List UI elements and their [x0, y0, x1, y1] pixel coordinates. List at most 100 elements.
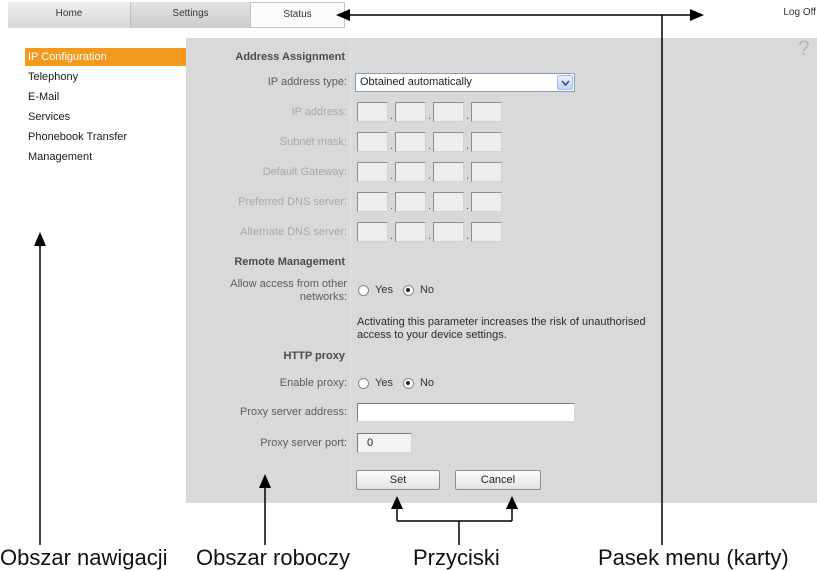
ip-address-octet-4[interactable]: [471, 102, 502, 122]
enable-proxy-yes-radio[interactable]: [358, 377, 369, 389]
annotation-label-menu-bar: Pasek menu (karty): [598, 545, 789, 570]
dropdown-button[interactable]: [557, 75, 573, 90]
default-gateway-octet-1[interactable]: [357, 162, 388, 182]
subnet-mask-label: Subnet mask:: [279, 136, 347, 148]
work-area: Address Assignment IP address type: Obta…: [186, 38, 817, 503]
octet-separator: .: [465, 170, 470, 182]
ip-address-label: IP address:: [291, 106, 347, 118]
page: Home Settings Status Log Off IP Configur…: [0, 0, 817, 571]
nav-item-management[interactable]: Management: [25, 148, 186, 166]
octet-separator: .: [427, 170, 432, 182]
ip-address-field: . . .: [357, 102, 502, 122]
octet-separator: .: [389, 170, 394, 182]
allow-access-yes-label: Yes: [375, 284, 393, 296]
nav-item-ip-configuration[interactable]: IP Configuration: [25, 48, 186, 66]
ip-address-type-value: Obtained automatically: [360, 76, 472, 88]
alternate-dns-octet-2[interactable]: [395, 222, 426, 242]
allow-access-label-line-1: Allow access from other: [230, 278, 347, 290]
allow-access-no-label: No: [419, 284, 435, 296]
default-gateway-field: . . .: [357, 162, 502, 182]
allow-access-yes-option[interactable]: Yes: [358, 283, 393, 297]
remote-access-warning: Activating this parameter increases the …: [357, 316, 646, 342]
octet-separator: .: [465, 110, 470, 122]
allow-access-label: Allow access from other networks:: [186, 278, 347, 304]
enable-proxy-no-option[interactable]: No: [402, 376, 435, 390]
nav-item-phonebook-transfer[interactable]: Phonebook Transfer: [25, 128, 186, 146]
proxy-server-address-input[interactable]: [357, 403, 575, 422]
menu-bar: Home Settings Status Log Off: [0, 0, 817, 30]
enable-proxy-yes-label: Yes: [375, 377, 393, 389]
enable-proxy-radio-group: Yes No: [358, 376, 444, 390]
octet-separator: .: [427, 200, 432, 212]
annotation-bracket-buttons: [391, 496, 518, 545]
tab-home[interactable]: Home: [8, 2, 130, 28]
proxy-server-address-label: Proxy server address:: [240, 406, 347, 418]
proxy-server-port-input[interactable]: [357, 433, 412, 453]
octet-separator: .: [427, 110, 432, 122]
tab-status[interactable]: Status: [250, 2, 345, 28]
subnet-mask-octet-4[interactable]: [471, 132, 502, 152]
set-button[interactable]: Set: [356, 470, 440, 490]
default-gateway-octet-3[interactable]: [433, 162, 464, 182]
section-heading-remote-management: Remote Management: [234, 256, 345, 268]
tab-settings-label: Settings: [172, 8, 209, 19]
preferred-dns-octet-4[interactable]: [471, 192, 502, 212]
section-heading-address-assignment: Address Assignment: [235, 51, 345, 63]
preferred-dns-octet-2[interactable]: [395, 192, 426, 212]
octet-separator: .: [465, 140, 470, 152]
enable-proxy-no-label: No: [419, 377, 435, 389]
octet-separator: .: [427, 140, 432, 152]
tab-status-label: Status: [283, 9, 312, 20]
cancel-button[interactable]: Cancel: [455, 470, 541, 490]
subnet-mask-field: . . .: [357, 132, 502, 152]
octet-separator: .: [389, 140, 394, 152]
chevron-down-icon: [560, 79, 570, 86]
section-heading-http-proxy: HTTP proxy: [283, 350, 345, 362]
alternate-dns-octet-1[interactable]: [357, 222, 388, 242]
preferred-dns-octet-3[interactable]: [433, 192, 464, 212]
ip-address-octet-2[interactable]: [395, 102, 426, 122]
log-off-link[interactable]: Log Off: [783, 7, 816, 18]
octet-separator: .: [465, 200, 470, 212]
enable-proxy-label: Enable proxy:: [279, 377, 347, 389]
subnet-mask-octet-3[interactable]: [433, 132, 464, 152]
allow-access-radio-group: Yes No: [358, 283, 444, 297]
alternate-dns-label: Alternate DNS server:: [240, 226, 347, 238]
enable-proxy-yes-option[interactable]: Yes: [358, 376, 393, 390]
octet-separator: .: [427, 230, 432, 242]
nav-item-services[interactable]: Services: [25, 108, 186, 126]
ip-address-type-label: IP address type:: [267, 76, 347, 88]
enable-proxy-no-radio[interactable]: [402, 377, 414, 389]
nav-item-e-mail[interactable]: E-Mail: [25, 88, 186, 106]
default-gateway-octet-2[interactable]: [395, 162, 426, 182]
allow-access-yes-radio[interactable]: [358, 284, 369, 296]
allow-access-no-option[interactable]: No: [402, 283, 435, 297]
default-gateway-label: Default Gateway:: [262, 166, 347, 178]
tab-home-label: Home: [55, 8, 83, 19]
alternate-dns-octet-3[interactable]: [433, 222, 464, 242]
navigation-area: IP Configuration Telephony E-Mail Servic…: [8, 38, 186, 503]
allow-access-label-line-2: networks:: [299, 291, 347, 303]
octet-separator: .: [389, 230, 394, 242]
help-icon[interactable]: ?: [798, 37, 810, 61]
octet-separator: .: [389, 110, 394, 122]
alternate-dns-field: . . .: [357, 222, 502, 242]
ip-address-type-select[interactable]: Obtained automatically: [355, 73, 575, 92]
subnet-mask-octet-1[interactable]: [357, 132, 388, 152]
octet-separator: .: [389, 200, 394, 212]
annotation-label-buttons: Przyciski: [413, 545, 500, 570]
alternate-dns-octet-4[interactable]: [471, 222, 502, 242]
proxy-server-port-label: Proxy server port:: [260, 437, 347, 449]
subnet-mask-octet-2[interactable]: [395, 132, 426, 152]
preferred-dns-octet-1[interactable]: [357, 192, 388, 212]
allow-access-no-radio[interactable]: [402, 284, 414, 296]
ip-address-octet-1[interactable]: [357, 102, 388, 122]
default-gateway-octet-4[interactable]: [471, 162, 502, 182]
tab-settings[interactable]: Settings: [130, 2, 250, 28]
annotation-label-work-area: Obszar roboczy: [196, 545, 351, 570]
warning-line-1: Activating this parameter increases the …: [357, 316, 646, 328]
ip-address-octet-3[interactable]: [433, 102, 464, 122]
column-divider: [350, 43, 351, 498]
preferred-dns-field: . . .: [357, 192, 502, 212]
nav-item-telephony[interactable]: Telephony: [25, 68, 186, 86]
